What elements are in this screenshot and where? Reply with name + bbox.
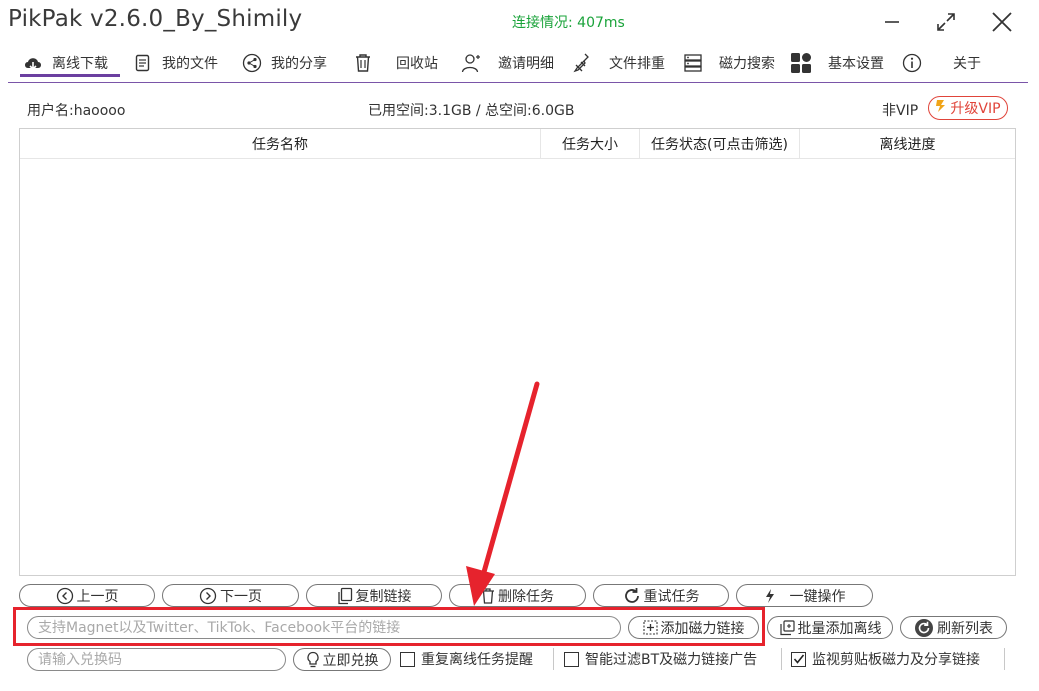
storage-label: 已用空间:3.1GB / 总空间:6.0GB (368, 103, 575, 119)
prev-page-button[interactable]: 上一页 (19, 584, 155, 607)
add-magnet-label: 添加磁力链接 (660, 620, 745, 637)
refresh-list-label: 刷新列表 (937, 620, 993, 637)
smart-filter-label: 智能过滤BT及磁力链接广告 (585, 652, 758, 668)
tab-file-dedup[interactable]: 文件排重 (572, 50, 665, 76)
tab-label: 文件排重 (609, 56, 665, 72)
one-click-action-label: 一键操作 (789, 588, 846, 605)
refresh-circle-icon (914, 618, 934, 638)
retry-task-label: 重试任务 (643, 588, 700, 605)
one-click-action-button[interactable]: 一键操作 (736, 584, 873, 607)
redeem-code-input[interactable] (27, 648, 286, 671)
active-tab-indicator (20, 74, 120, 77)
connection-status: 连接情况: 407ms (512, 15, 625, 31)
column-header-task-size[interactable]: 任务大小 (541, 129, 640, 159)
document-icon (132, 52, 154, 74)
delete-task-button[interactable]: 删除任务 (449, 584, 586, 607)
redeem-button[interactable]: 立即兑换 (293, 648, 391, 671)
upgrade-vip-label: 升级VIP (950, 101, 1001, 117)
chevron-right-icon (199, 587, 217, 605)
checkbox-box (400, 651, 415, 667)
smart-filter-checkbox[interactable]: 智能过滤BT及磁力链接广告 (564, 649, 757, 669)
title-bar: PikPak v2.6.0_By_Shimily 连接情况: 407ms (0, 0, 1039, 44)
minimize-button[interactable] (876, 6, 908, 38)
chevron-left-icon (56, 587, 74, 605)
info-icon (901, 52, 923, 74)
column-header-task-status[interactable]: 任务状态(可点击筛选) (640, 129, 800, 159)
copy-icon (337, 587, 353, 605)
magnet-link-input[interactable] (27, 616, 621, 639)
lightning-icon (935, 99, 947, 117)
next-page-label: 下一页 (220, 588, 262, 605)
repeat-remind-checkbox[interactable]: 重复离线任务提醒 (400, 649, 533, 669)
share-icon (241, 52, 263, 74)
batch-add-button[interactable]: 批量添加离线 (767, 616, 893, 639)
tab-label: 离线下载 (52, 56, 108, 72)
copy-link-button[interactable]: 复制链接 (306, 584, 442, 607)
username-label: 用户名:haoooo (27, 103, 126, 119)
column-header-task-name[interactable]: 任务名称 (20, 129, 541, 159)
upgrade-vip-button[interactable]: 升级VIP (928, 96, 1008, 120)
add-magnet-button[interactable]: 添加磁力链接 (628, 616, 759, 639)
tab-invite-details[interactable]: 邀请明细 (460, 50, 554, 76)
tab-label: 邀请明细 (498, 56, 554, 72)
separator (553, 648, 554, 670)
column-header-progress[interactable]: 离线进度 (800, 129, 1015, 159)
next-page-button[interactable]: 下一页 (162, 584, 299, 607)
lightbulb-icon (306, 651, 320, 669)
refresh-icon (623, 587, 641, 605)
redeem-label: 立即兑换 (322, 652, 379, 669)
tab-label: 回收站 (396, 56, 438, 72)
copy-link-label: 复制链接 (355, 588, 412, 605)
app-title: PikPak v2.6.0_By_Shimily (8, 6, 303, 32)
account-info-bar: 用户名:haoooo 已用空间:3.1GB / 总空间:6.0GB 非VIP 升… (0, 96, 1039, 120)
maximize-button[interactable] (930, 6, 962, 38)
tab-bar: 离线下载 我的文件 我的分享 回收站 邀请明细 文件排重 磁力搜索 基本设置 关… (0, 44, 1039, 82)
task-table: 任务名称 任务大小 任务状态(可点击筛选) 离线进度 (19, 128, 1016, 576)
broom-icon (572, 52, 594, 74)
batch-add-label: 批量添加离线 (797, 620, 882, 637)
action-button-row: 上一页 下一页 复制链接 删除任务 重试任务 一键操作 (0, 584, 1039, 608)
server-icon (682, 52, 704, 74)
tab-offline-download[interactable]: 离线下载 (22, 50, 108, 76)
expand-icon (937, 13, 955, 31)
checkbox-box (564, 651, 579, 667)
tab-label: 磁力搜索 (719, 56, 775, 72)
clipboard-monitor-label: 监视剪贴板磁力及分享链接 (812, 652, 980, 668)
tab-recycle-bin[interactable]: 回收站 (352, 50, 438, 76)
close-button[interactable] (986, 6, 1018, 38)
table-header: 任务名称 任务大小 任务状态(可点击筛选) 离线进度 (20, 129, 1015, 159)
grid-icon (790, 52, 812, 74)
tab-divider (8, 82, 1028, 83)
cloud-download-icon (22, 52, 44, 74)
refresh-list-button[interactable]: 刷新列表 (900, 616, 1007, 639)
tab-my-files[interactable]: 我的文件 (132, 50, 218, 76)
add-box-icon (642, 620, 658, 635)
prev-page-label: 上一页 (76, 588, 119, 605)
trash-icon (352, 52, 374, 74)
minimize-icon (885, 21, 899, 23)
tab-about[interactable]: 关于 (901, 50, 981, 76)
clipboard-monitor-checkbox[interactable]: 监视剪贴板磁力及分享链接 (791, 649, 980, 669)
tab-magnet-search[interactable]: 磁力搜索 (682, 50, 775, 76)
retry-task-button[interactable]: 重试任务 (593, 584, 729, 607)
trash-icon (481, 587, 495, 604)
batch-copy-icon (779, 619, 795, 636)
separator (781, 648, 782, 670)
delete-task-label: 删除任务 (498, 588, 554, 605)
tab-my-shares[interactable]: 我的分享 (241, 50, 327, 76)
tab-label: 我的分享 (271, 56, 327, 72)
lightning-icon (764, 588, 776, 604)
checkmark-icon (793, 654, 804, 664)
tab-label: 基本设置 (828, 56, 884, 72)
vip-status-label: 非VIP (882, 103, 919, 119)
separator (1004, 648, 1005, 670)
checkbox-box (791, 651, 806, 667)
repeat-remind-label: 重复离线任务提醒 (421, 652, 533, 668)
tab-label: 关于 (953, 56, 981, 72)
close-icon (992, 12, 1012, 32)
tab-label: 我的文件 (162, 56, 218, 72)
tab-basic-settings[interactable]: 基本设置 (790, 50, 884, 76)
user-icon (460, 52, 482, 74)
